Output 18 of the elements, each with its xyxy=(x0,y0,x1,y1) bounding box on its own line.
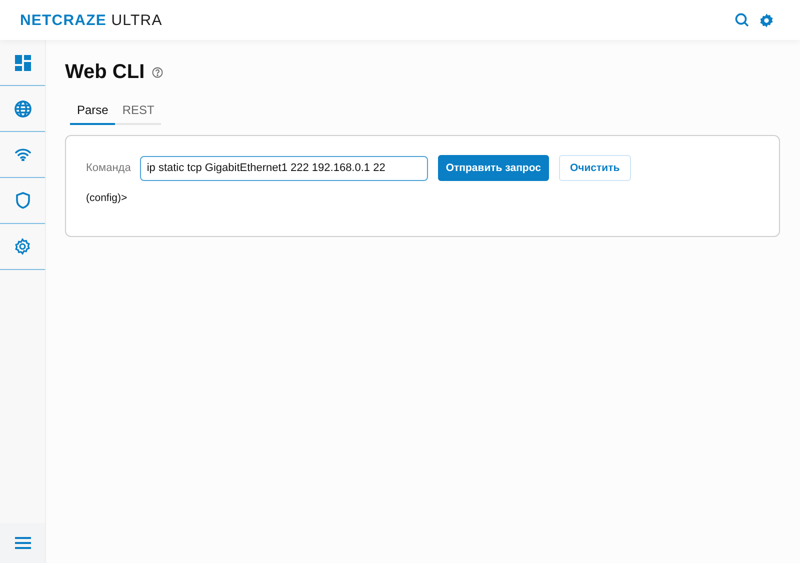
tab[interactable]: Parse xyxy=(70,98,116,125)
wifi-icon[interactable] xyxy=(14,148,30,161)
field-label: Команда xyxy=(86,162,131,174)
clear-button[interactable]: Очистить xyxy=(558,155,631,181)
cli-output: (config)> xyxy=(86,192,128,204)
settings-icon[interactable] xyxy=(759,12,774,28)
shield-icon[interactable] xyxy=(16,192,30,209)
send-button[interactable]: Отправить запрос xyxy=(438,155,549,181)
logo[interactable]: NETCRAZE ULTRA xyxy=(20,12,162,28)
dashboard-icon[interactable] xyxy=(14,54,30,70)
globe-icon[interactable] xyxy=(14,100,32,118)
page-title: Web CLI xyxy=(65,60,145,84)
tab[interactable]: REST xyxy=(115,98,162,125)
settings-icon[interactable] xyxy=(14,238,31,255)
search-icon[interactable] xyxy=(735,13,749,27)
command-field[interactable]: ip static tcp GigabitEthernet1 222 192.168.0.1 22 xyxy=(140,156,428,180)
menu-icon[interactable] xyxy=(14,537,30,549)
help-icon[interactable] xyxy=(152,66,163,78)
